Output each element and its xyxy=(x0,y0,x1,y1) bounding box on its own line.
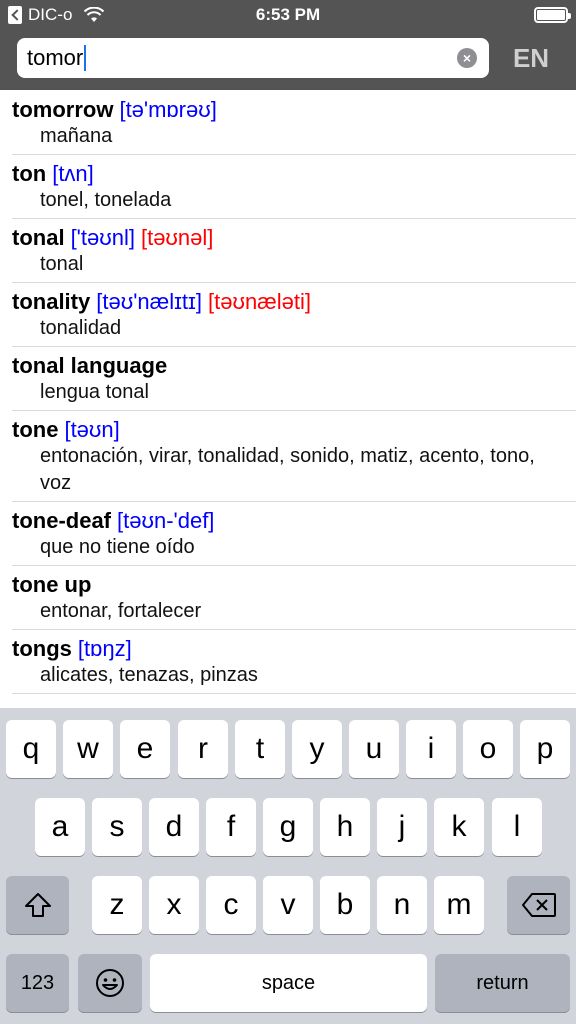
list-item[interactable]: tomorrow [tə'mɒrəʊ] mañana xyxy=(0,90,576,155)
key-y[interactable]: y xyxy=(292,720,342,778)
search-input[interactable]: tomor × xyxy=(17,38,489,78)
divider xyxy=(12,693,576,694)
text-cursor xyxy=(84,45,87,71)
pronunciation-uk: [təʊnəl] xyxy=(140,225,214,250)
entry-term: ton xyxy=(12,161,47,186)
key-h[interactable]: h xyxy=(320,798,370,856)
key-r[interactable]: r xyxy=(178,720,228,778)
key-t[interactable]: t xyxy=(235,720,285,778)
key-j[interactable]: j xyxy=(377,798,427,856)
key-p[interactable]: p xyxy=(520,720,570,778)
entry-translation: tonalidad xyxy=(40,317,122,339)
return-key[interactable]: return xyxy=(435,954,570,1012)
numbers-key[interactable]: 123 xyxy=(6,954,69,1012)
entry-term: tone xyxy=(12,417,59,442)
entry-term: tonal language xyxy=(12,353,168,378)
key-d[interactable]: d xyxy=(149,798,199,856)
pronunciation-us: ['təʊnl] xyxy=(70,225,135,250)
search-value: tomor xyxy=(27,45,84,70)
entry-term: tone-deaf xyxy=(12,508,111,533)
key-q[interactable]: q xyxy=(6,720,56,778)
key-w[interactable]: w xyxy=(63,720,113,778)
key-x[interactable]: x xyxy=(149,876,199,934)
key-e[interactable]: e xyxy=(120,720,170,778)
key-g[interactable]: g xyxy=(263,798,313,856)
entry-term: tonality xyxy=(12,289,91,314)
key-c[interactable]: c xyxy=(206,876,256,934)
entry-translation: tonal xyxy=(40,253,84,275)
entry-translation: entonación, virar, tonalidad, sonido, ma… xyxy=(40,445,535,494)
space-key[interactable]: space xyxy=(150,954,427,1012)
entry-term: tonal xyxy=(12,225,65,250)
battery-icon xyxy=(534,7,571,23)
list-item[interactable]: tongs [tɒŋz] alicates, tenazas, pinzas xyxy=(0,629,576,694)
entry-term: tone up xyxy=(12,572,92,597)
list-item[interactable]: tonal ['təʊnl] [təʊnəl] tonal xyxy=(0,218,576,283)
key-n[interactable]: n xyxy=(377,876,427,934)
entry-translation: lengua tonal xyxy=(40,381,149,403)
pronunciation-us: [tə'mɒrəʊ] xyxy=(119,97,217,122)
key-z[interactable]: z xyxy=(92,876,142,934)
list-item[interactable]: tonal language lengua tonal xyxy=(0,346,576,411)
key-f[interactable]: f xyxy=(206,798,256,856)
entry-translation: entonar, fortalecer xyxy=(40,600,202,622)
list-item[interactable]: ton [tʌn] tonel, tonelada xyxy=(0,154,576,219)
emoji-smiley-icon xyxy=(96,969,124,997)
pronunciation-us: [təʊn-'def] xyxy=(117,508,215,533)
key-v[interactable]: v xyxy=(263,876,313,934)
key-l[interactable]: l xyxy=(492,798,542,856)
entry-translation: mañana xyxy=(40,125,113,147)
language-toggle-button[interactable]: EN xyxy=(500,42,562,74)
list-item[interactable]: tone [təʊn] entonación, virar, tonalidad,… xyxy=(0,410,576,502)
list-item[interactable]: tone-deaf [təʊn-'def] que no tiene oído xyxy=(0,501,576,566)
search-text-area[interactable]: tomor xyxy=(27,45,87,71)
keyboard: q w e r t y u i o p a s d f g h j k l z … xyxy=(0,708,576,1024)
pronunciation-us: [tɒŋz] xyxy=(77,636,132,661)
pronunciation-us: [təʊ'nælɪtɪ] xyxy=(96,289,202,314)
entry-translation: alicates, tenazas, pinzas xyxy=(40,664,258,686)
pronunciation-uk: [təʊnæləti] xyxy=(207,289,311,314)
entry-translation: que no tiene oído xyxy=(40,536,195,558)
list-item[interactable]: tonality [təʊ'nælɪtɪ] [təʊnæləti] tonalida… xyxy=(0,282,576,347)
shift-key[interactable] xyxy=(6,876,69,934)
delete-key[interactable] xyxy=(507,876,570,934)
entry-translation: tonel, tonelada xyxy=(40,189,172,211)
header: DIC-o 6:53 PM tomor × EN xyxy=(0,0,576,90)
pronunciation-us: [tʌn] xyxy=(52,161,94,186)
entry-term: tomorrow xyxy=(12,97,114,122)
key-i[interactable]: i xyxy=(406,720,456,778)
shift-arrow-icon xyxy=(24,893,51,917)
key-m[interactable]: m xyxy=(434,876,484,934)
list-item[interactable]: tone up entonar, fortalecer xyxy=(0,565,576,630)
key-s[interactable]: s xyxy=(92,798,142,856)
backspace-icon xyxy=(521,893,556,917)
clear-circle-icon[interactable]: × xyxy=(457,48,477,68)
pronunciation-us: [təʊn] xyxy=(64,417,120,442)
key-k[interactable]: k xyxy=(434,798,484,856)
emoji-key[interactable] xyxy=(78,954,142,1012)
key-b[interactable]: b xyxy=(320,876,370,934)
key-u[interactable]: u xyxy=(349,720,399,778)
key-a[interactable]: a xyxy=(35,798,85,856)
results-list[interactable]: tomorrow [tə'mɒrəʊ] mañana ton [tʌn] tonel… xyxy=(0,90,576,708)
entry-term: tongs xyxy=(12,636,72,661)
key-o[interactable]: o xyxy=(463,720,513,778)
status-time: 6:53 PM xyxy=(255,5,321,24)
status-bar: DIC-o 6:53 PM xyxy=(0,0,576,32)
